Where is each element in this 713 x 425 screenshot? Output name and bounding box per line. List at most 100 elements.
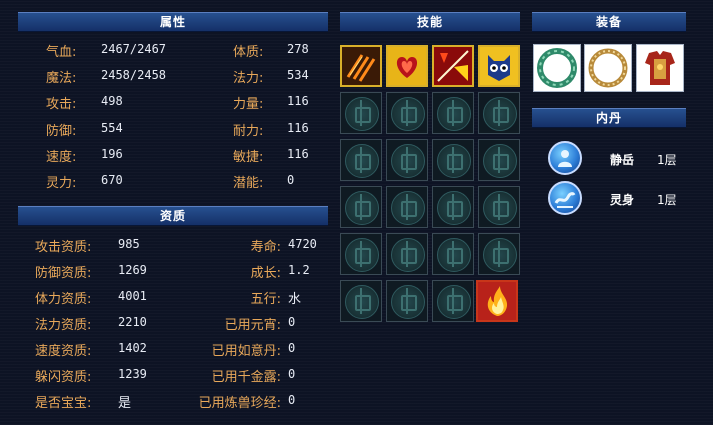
empty-emblem-icon[interactable] [386,280,428,322]
neidan-header: 内丹 [532,108,686,128]
neidan-2-name: 灵身 [610,193,635,207]
apt-ruyidan-value: 0 [288,341,296,355]
attributes-header: 属性 [18,12,328,32]
emblem-glyph [391,191,425,225]
empty-emblem-icon[interactable] [432,186,474,228]
apt-speed-label: 速度资质: [35,344,92,359]
emblem-glyph [483,144,517,178]
empty-emblem-icon[interactable] [340,280,382,322]
emblem-glyph [391,238,425,272]
empty-emblem-icon[interactable] [340,233,382,275]
claw-strike-icon[interactable] [340,45,382,87]
empty-emblem-icon[interactable] [478,139,520,181]
emblem-glyph [345,238,379,272]
emblem-glyph [483,191,517,225]
apt-growth-label: 成长: [250,266,281,281]
neidan-1-level: 1层 [657,153,677,167]
empty-emblem-icon[interactable] [478,233,520,275]
apt-is-baby-value: 是 [118,396,132,411]
emblem-glyph [345,97,379,131]
attr-mp-label: 魔法: [46,71,77,86]
attr-attack-label: 攻击: [46,97,77,112]
owl-mask-icon[interactable] [478,45,520,87]
apt-speed-value: 1402 [118,341,147,355]
apt-defense-value: 1269 [118,263,147,277]
emblem-glyph [483,238,517,272]
empty-emblem-icon[interactable] [478,92,520,134]
attr-spirit-label: 灵力: [46,176,77,191]
empty-emblem-icon[interactable] [432,280,474,322]
apt-growth-value: 1.2 [288,263,310,277]
apt-stamina-label: 体力资质: [35,292,92,307]
attr-strength-value: 116 [287,94,309,108]
apt-dodge-value: 1239 [118,367,147,381]
apt-element-label: 五行: [250,292,281,307]
attr-hp-value: 2467/2467 [101,42,167,56]
apt-attack-value: 985 [118,237,140,251]
neidan-title: 内丹 [595,111,622,125]
attr-magic-value: 534 [287,68,309,82]
equipment-header: 装备 [532,12,686,32]
empty-emblem-icon[interactable] [386,233,428,275]
attr-defense-label: 防御: [46,124,77,139]
empty-emblem-icon[interactable] [340,92,382,134]
gold-necklace-icon[interactable] [584,44,632,92]
apt-dodge-label: 躲闪资质: [35,370,92,385]
apt-qianjinlu-value: 0 [288,367,296,381]
attr-potential-value: 0 [287,173,295,187]
apt-ruyidan-label: 已用如意丹: [211,344,281,359]
emblem-glyph [345,285,379,319]
blue-orb-figure-icon[interactable] [548,141,582,175]
empty-emblem-icon[interactable] [432,139,474,181]
red-armor-icon[interactable] [636,44,684,92]
apt-beast-manual-value: 0 [288,393,296,407]
apt-element-value: 水 [288,292,302,307]
apt-attack-label: 攻击资质: [35,240,92,255]
emblem-glyph [391,285,425,319]
attr-mp-value: 2458/2458 [101,68,167,82]
skills-title: 技能 [416,15,443,29]
jade-ring-icon[interactable] [533,44,581,92]
apt-defense-label: 防御资质: [35,266,92,281]
emblem-glyph [437,285,471,319]
empty-emblem-icon[interactable] [478,186,520,228]
empty-emblem-icon[interactable] [386,139,428,181]
apt-qianjinlu-label: 已用千金露: [211,370,281,385]
equipment-title: 装备 [595,15,622,29]
empty-emblem-icon[interactable] [386,186,428,228]
apt-yuanxiao-label: 已用元宵: [224,318,281,333]
attr-endurance-label: 耐力: [233,124,264,139]
empty-emblem-icon[interactable] [432,233,474,275]
empty-emblem-icon[interactable] [432,92,474,134]
apt-yuanxiao-value: 0 [288,315,296,329]
emblem-glyph [483,97,517,131]
aptitude-header: 资质 [18,206,328,226]
empty-emblem-icon[interactable] [386,92,428,134]
attr-potential-label: 潜能: [233,176,264,191]
attr-speed-label: 速度: [46,150,77,165]
emblem-glyph [437,97,471,131]
attr-hp-label: 气血: [46,45,77,60]
empty-emblem-icon[interactable] [340,186,382,228]
attr-constitution-label: 体质: [233,45,264,60]
attr-constitution-value: 278 [287,42,309,56]
empty-emblem-icon[interactable] [340,139,382,181]
apt-stamina-value: 4001 [118,289,147,303]
attributes-title: 属性 [159,15,186,29]
heart-flame-icon[interactable] [386,45,428,87]
attr-defense-value: 554 [101,121,123,135]
attr-strength-label: 力量: [233,97,264,112]
lightning-fire-icon[interactable] [432,45,474,87]
skills-header: 技能 [340,12,520,32]
blue-orb-wave-icon[interactable] [548,181,582,215]
attr-magic-label: 法力: [233,71,264,86]
apt-beast-manual-label: 已用炼兽珍经: [198,396,281,411]
fire-icon[interactable] [476,280,518,322]
aptitude-title: 资质 [159,209,186,223]
neidan-1-name: 静岳 [610,153,635,167]
attr-agility-label: 敏捷: [233,150,264,165]
emblem-glyph [437,144,471,178]
apt-magic-label: 法力资质: [35,318,92,333]
apt-lifespan-label: 寿命: [250,240,281,255]
attr-speed-value: 196 [101,147,123,161]
